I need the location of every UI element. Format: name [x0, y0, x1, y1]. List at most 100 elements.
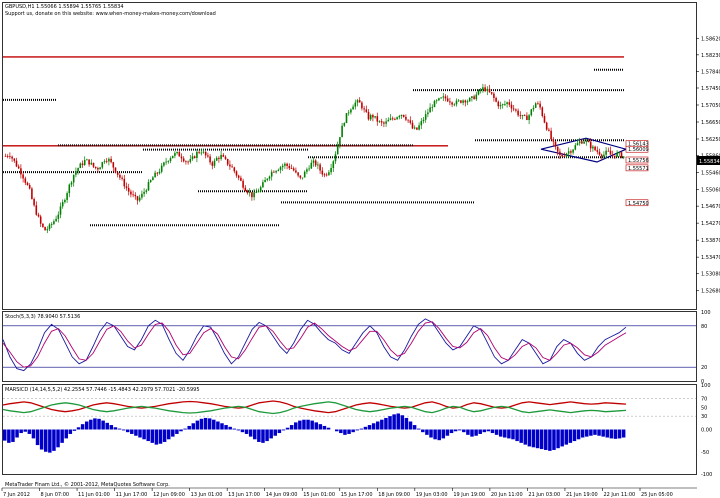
- marsicd-bar: [216, 421, 220, 430]
- marsicd-bar: [359, 428, 364, 430]
- candle-body: [301, 177, 304, 179]
- marsicd-bar: [478, 429, 482, 434]
- marsicd-bar: [48, 429, 52, 453]
- candle-body: [114, 167, 117, 173]
- candle-body: [350, 109, 352, 113]
- marsicd-bar: [224, 425, 228, 430]
- candle-body: [290, 168, 293, 170]
- marsicd-bar: [109, 425, 114, 430]
- candle-body: [510, 104, 513, 109]
- candle-body: [281, 165, 284, 168]
- candle-body: [614, 155, 616, 157]
- marsicd-bar: [84, 421, 89, 430]
- time-tick-label: 20 Jun 11:00: [491, 492, 523, 498]
- marsicd-bar: [154, 429, 159, 445]
- candle-body: [66, 193, 68, 200]
- candle-body: [101, 162, 104, 168]
- candle-body: [574, 145, 577, 150]
- marsicd-bar: [429, 429, 433, 438]
- candle-body: [123, 178, 126, 187]
- marsicd-bar: [441, 429, 446, 439]
- candle-body: [284, 163, 286, 166]
- candle-body: [253, 192, 255, 198]
- marsicd-tick-label: 100: [701, 383, 711, 389]
- candle-body: [297, 172, 299, 176]
- time-tick-label: 19 Jun 19:00: [453, 492, 485, 498]
- candle-body: [418, 125, 420, 130]
- candle-body: [207, 155, 209, 157]
- price-tick-label: 1.57840: [701, 69, 720, 75]
- candle-body: [618, 152, 621, 154]
- candle-body: [105, 161, 108, 163]
- candle-body: [567, 151, 570, 154]
- marsicd-bar: [449, 429, 454, 434]
- marsicd-bar: [232, 428, 237, 430]
- candle-body: [596, 150, 599, 152]
- candle-body: [242, 180, 244, 188]
- candle-body: [385, 121, 387, 124]
- marsicd-bar: [175, 429, 179, 434]
- marsicd-bar: [322, 425, 327, 430]
- candle-body: [31, 188, 33, 199]
- marsicd-bar: [220, 423, 224, 430]
- time-tick-label: 11 Jun 01:00: [78, 492, 110, 498]
- candle-body: [396, 117, 398, 120]
- marsicd-bar: [158, 429, 163, 444]
- candle-body: [94, 166, 97, 168]
- marsicd-bar: [367, 425, 372, 430]
- marsicd-bar: [388, 416, 392, 430]
- price-tick-label: 1.57450: [701, 86, 720, 92]
- candle-body: [231, 166, 233, 168]
- time-tick-label: 18 Jun 09:00: [378, 492, 410, 498]
- marsicd-bar: [380, 419, 384, 430]
- candle-body: [600, 154, 603, 157]
- marsicd-tick-label: 50: [701, 405, 707, 411]
- candle-body: [317, 164, 319, 166]
- candle-body: [303, 171, 306, 178]
- candle-body: [347, 112, 350, 114]
- candle-body: [411, 122, 414, 129]
- marsicd-tick-label: -100: [701, 472, 712, 478]
- candle-body: [405, 116, 407, 120]
- candle-body: [218, 157, 220, 159]
- marsicd-bar: [384, 417, 388, 430]
- marsicd-bar: [76, 427, 81, 430]
- marsicd-bar: [351, 429, 355, 433]
- candle-body: [495, 97, 497, 102]
- marsicd-bar: [31, 429, 36, 439]
- marsicd-bar: [199, 418, 204, 430]
- candle-body: [264, 180, 266, 183]
- marsicd-bar: [298, 420, 302, 430]
- candle-body: [292, 168, 295, 171]
- time-tick-label: 14 Jun 09:00: [266, 492, 298, 498]
- candle-body: [28, 185, 31, 189]
- marsicd-bar: [396, 413, 400, 430]
- marsicd-bar: [23, 429, 27, 432]
- marsicd-bar: [605, 429, 610, 438]
- copyright: MetaTrader Finam Ltd., © 2001-2012, Meta…: [5, 481, 170, 488]
- marsicd-bar: [257, 429, 261, 442]
- candle-body: [587, 140, 590, 143]
- candle-body: [299, 175, 302, 178]
- level-label: 1.55756: [628, 158, 649, 164]
- marsicd-bar: [585, 429, 589, 437]
- marsicd-bar: [539, 429, 544, 450]
- candle-body: [37, 214, 40, 217]
- candle-body: [70, 182, 73, 185]
- candle-body: [473, 96, 475, 100]
- candle-body: [35, 205, 38, 215]
- candle-body: [332, 161, 335, 168]
- candle-body: [167, 161, 170, 162]
- marsicd-bar: [609, 429, 614, 439]
- marsicd-tick-label: 30: [701, 414, 707, 420]
- candle-body: [475, 94, 478, 100]
- marsicd-bar: [138, 429, 142, 438]
- marsicd-bar: [212, 419, 216, 430]
- candle-body: [387, 119, 390, 122]
- time-tick-label: 15 Jun 01:00: [303, 492, 335, 498]
- marsicd-tick-label: 70: [701, 396, 707, 402]
- candle-body: [4, 156, 7, 157]
- marsicd-bar: [117, 428, 122, 430]
- candle-body: [367, 111, 370, 120]
- candle-body: [433, 100, 436, 108]
